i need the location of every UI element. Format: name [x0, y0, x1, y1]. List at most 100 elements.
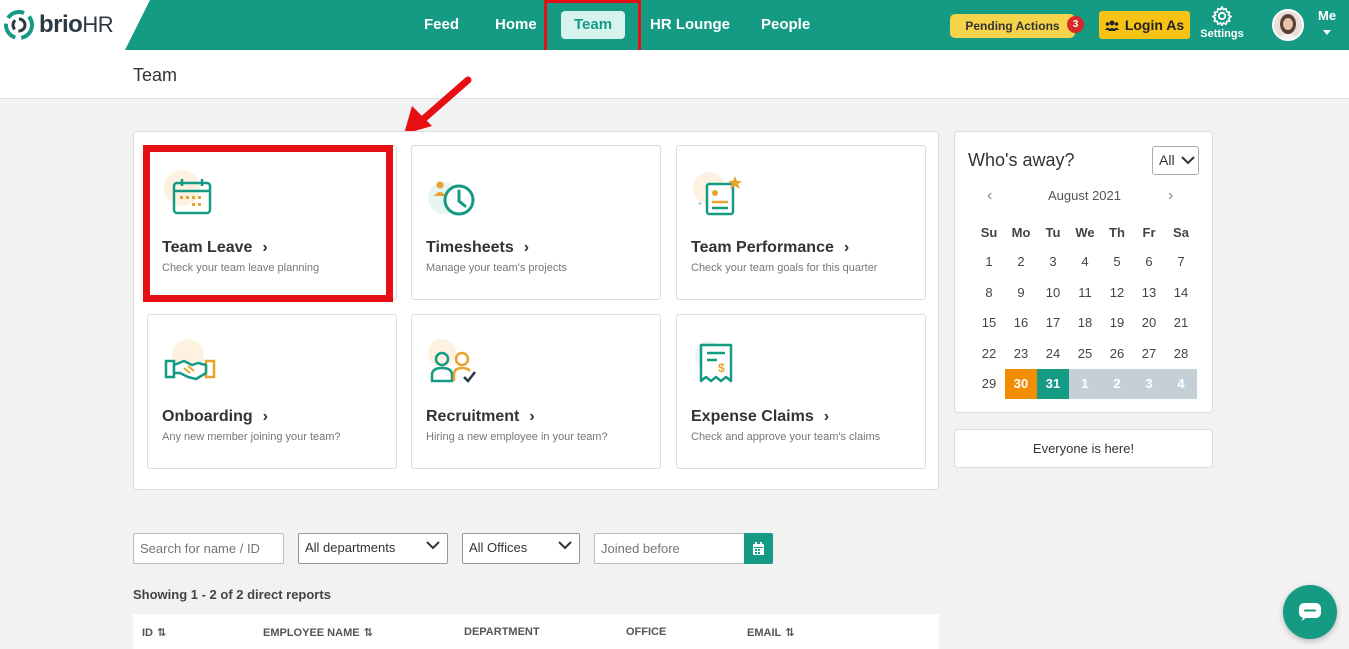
calendar-day[interactable]: 4 — [1069, 247, 1101, 277]
user-avatar[interactable] — [1272, 9, 1304, 41]
column-header-id[interactable]: ID ⇅ — [142, 626, 167, 640]
me-menu-label[interactable]: Me — [1318, 8, 1336, 23]
calendar-day[interactable]: 29 — [973, 369, 1005, 399]
calendar-day[interactable]: 9 — [1005, 278, 1037, 308]
calendar-day[interactable]: 1 — [973, 247, 1005, 277]
calendar-day[interactable]: 15 — [973, 308, 1005, 338]
column-header-employee-name[interactable]: EMPLOYEE NAME ⇅ — [263, 626, 373, 640]
nav-feed[interactable]: Feed — [424, 11, 459, 39]
calendar-day[interactable]: 22 — [973, 339, 1005, 369]
brand-name: brioHR — [39, 11, 114, 38]
calendar-day[interactable]: 11 — [1069, 278, 1101, 308]
calendar-day[interactable]: 23 — [1005, 339, 1037, 369]
nav-people[interactable]: People — [761, 11, 810, 39]
tile-title: Expense Claims › — [691, 408, 830, 425]
calendar-day[interactable]: 3 — [1037, 247, 1069, 277]
user-photo-icon — [1274, 11, 1302, 39]
search-input[interactable] — [133, 533, 284, 564]
nav-home[interactable]: Home — [495, 11, 537, 39]
whos-away-filter-select[interactable]: All — [1152, 146, 1199, 175]
whos-away-title: Who's away? — [968, 150, 1075, 170]
settings-label: Settings — [1200, 28, 1244, 40]
whos-away-filter-value: All — [1159, 152, 1175, 168]
calendar-day[interactable]: 25 — [1069, 339, 1101, 369]
login-as-button[interactable]: Login As — [1099, 11, 1190, 39]
calendar-day[interactable]: 6 — [1133, 247, 1165, 277]
calendar-day[interactable]: 7 — [1165, 247, 1197, 277]
calendar-day[interactable]: 26 — [1101, 339, 1133, 369]
tile-expense-claims[interactable]: $ Expense Claims › Check and approve your… — [676, 314, 926, 469]
tile-subtitle: Any new member joining your team? — [162, 431, 341, 443]
chat-icon — [1299, 603, 1321, 621]
calendar-day[interactable]: 19 — [1101, 308, 1133, 338]
joined-before-input[interactable] — [594, 533, 745, 564]
calendar-day[interactable]: 20 — [1133, 308, 1165, 338]
calendar-day[interactable]: 2 — [1005, 247, 1037, 277]
tile-onboarding[interactable]: Onboarding › Any new member joining your … — [147, 314, 397, 469]
calendar-day[interactable]: 21 — [1165, 308, 1197, 338]
login-as-label: Login As — [1124, 17, 1185, 33]
results-summary: Showing 1 - 2 of 2 direct reports — [133, 587, 331, 602]
brio-logo-icon — [4, 10, 34, 40]
calendar-day[interactable]: 17 — [1037, 308, 1069, 338]
weekday-label: Fr — [1142, 225, 1156, 240]
calendar-day[interactable]: 28 — [1165, 339, 1197, 369]
away-status-message: Everyone is here! — [954, 429, 1213, 468]
sort-icon: ⇅ — [157, 627, 167, 639]
calendar-day[interactable]: 14 — [1165, 278, 1197, 308]
svg-text:✦: ✦ — [697, 200, 703, 208]
weekday-label: Th — [1109, 225, 1125, 240]
chat-button[interactable] — [1283, 585, 1337, 639]
tile-timesheets[interactable]: Timesheets › Manage your team's projects — [411, 145, 661, 300]
tile-recruitment[interactable]: Recruitment › Hiring a new employee in yo… — [411, 314, 661, 469]
settings-button[interactable]: Settings — [1200, 5, 1244, 40]
sort-icon: ⇅ — [363, 627, 373, 639]
brand-logo[interactable]: brioHR — [0, 0, 150, 50]
calendar-day-next-month[interactable]: 3 — [1133, 369, 1165, 399]
calendar-day[interactable]: 24 — [1037, 339, 1069, 369]
calendar-day[interactable]: 5 — [1101, 247, 1133, 277]
users-icon — [1104, 20, 1119, 31]
tile-team-performance[interactable]: ✦ Team Performance › Check your team goal… — [676, 145, 926, 300]
calendar-week-row: 8 9 10 11 12 13 14 — [973, 278, 1197, 309]
caret-down-icon[interactable] — [1323, 30, 1331, 35]
calendar-day[interactable]: 13 — [1133, 278, 1165, 308]
chevron-down-icon — [426, 541, 440, 550]
calendar-day[interactable]: 8 — [973, 278, 1005, 308]
calendar-day[interactable]: 10 — [1037, 278, 1069, 308]
calendar-day-today[interactable]: 30 — [1005, 369, 1037, 399]
calendar-day-selected[interactable]: 31 — [1037, 369, 1069, 399]
annotation-highlight-team-leave — [143, 145, 393, 302]
whos-away-panel: Who's away? All ‹ August 2021 › Su Mo Tu… — [954, 131, 1213, 413]
sort-icon: ⇅ — [785, 627, 795, 639]
column-header-email[interactable]: EMAIL ⇅ — [747, 626, 795, 640]
chevron-down-icon — [558, 541, 572, 550]
chevron-right-icon: › — [523, 239, 530, 256]
calendar-month-label: August 2021 — [1047, 188, 1121, 203]
date-picker-button[interactable] — [744, 533, 773, 564]
chevron-down-icon — [1180, 156, 1195, 165]
svg-text:$: $ — [718, 361, 725, 375]
clock-icon — [428, 181, 475, 216]
calendar-day[interactable]: 16 — [1005, 308, 1037, 338]
employee-table-header: ID ⇅ EMPLOYEE NAME ⇅ DEPARTMENT OFFICE EMA… — [133, 614, 939, 649]
calendar-day[interactable]: 18 — [1069, 308, 1101, 338]
calendar-day[interactable]: 12 — [1101, 278, 1133, 308]
department-select[interactable]: All departments — [298, 533, 448, 564]
calendar-grid: Su Mo Tu We Th Fr Sa 1 2 3 4 5 6 7 8 9 1… — [973, 220, 1197, 400]
office-select[interactable]: All Offices — [462, 533, 580, 564]
page-title: Team — [133, 65, 178, 85]
tile-subtitle: Manage your team's projects — [426, 262, 567, 274]
nav-hr-lounge[interactable]: HR Lounge — [650, 11, 730, 39]
calendar-day-next-month[interactable]: 2 — [1101, 369, 1133, 399]
column-header-office: OFFICE — [626, 626, 667, 638]
calendar-day[interactable]: 27 — [1133, 339, 1165, 369]
next-month-icon[interactable]: › — [1168, 187, 1173, 205]
calendar-day-next-month[interactable]: 1 — [1069, 369, 1101, 399]
calendar-week-row: 29 30 31 1 2 3 4 — [973, 369, 1197, 400]
chevron-right-icon: › — [262, 408, 268, 425]
calendar-day-next-month[interactable]: 4 — [1165, 369, 1197, 399]
top-navbar: brioHR Feed Home Team HR Lounge People P… — [0, 0, 1349, 50]
weekday-label: Mo — [1011, 225, 1031, 240]
pending-actions-button[interactable]: Pending Actions — [950, 14, 1075, 38]
